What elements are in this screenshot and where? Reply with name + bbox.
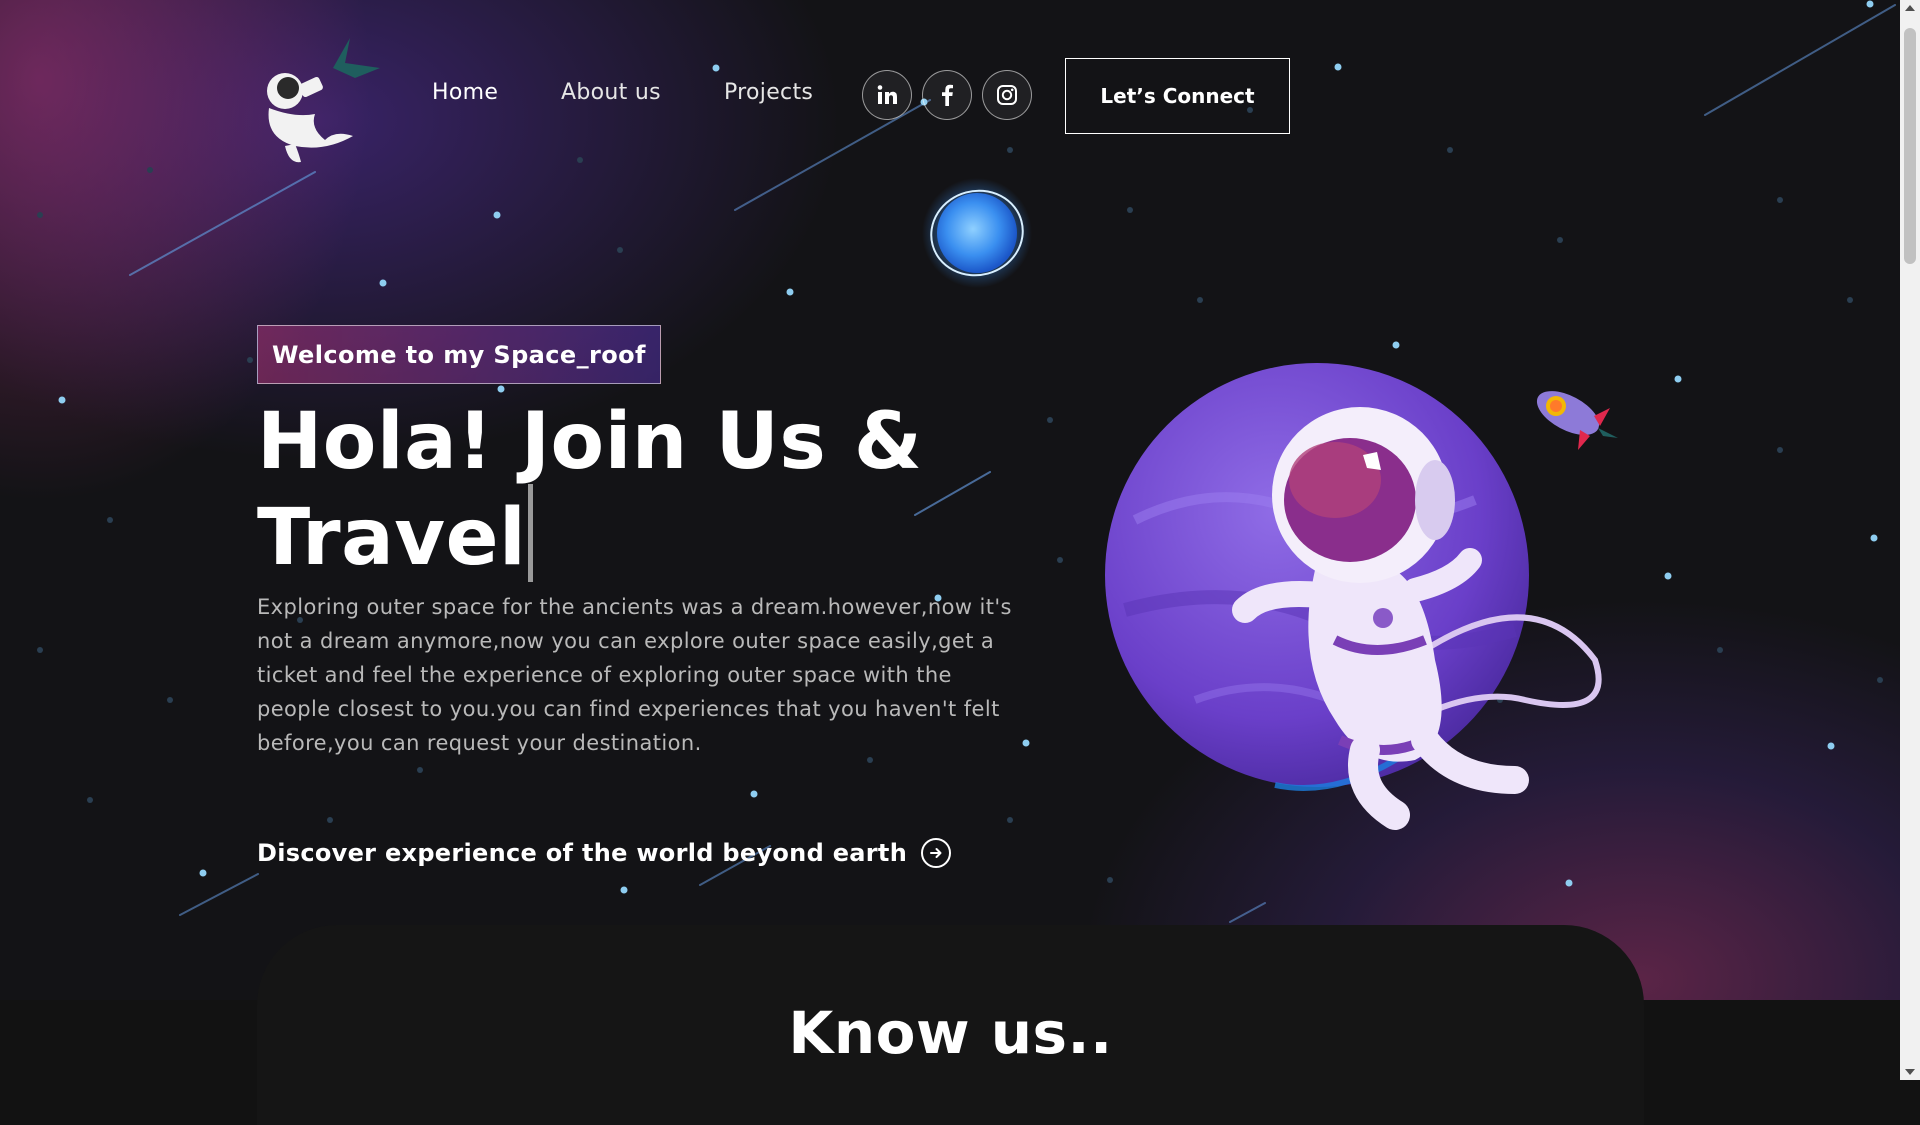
scroll-down-arrow-icon[interactable] — [1905, 1069, 1915, 1075]
lets-connect-button[interactable]: Let’s Connect — [1065, 58, 1290, 134]
facebook-button[interactable] — [922, 70, 972, 120]
welcome-tagline: Welcome to my Space_roof — [257, 325, 661, 384]
nav-about-us[interactable]: About us — [561, 80, 661, 105]
instagram-icon — [997, 85, 1017, 105]
know-us-title: Know us.. — [788, 999, 1113, 1067]
typing-caret — [528, 484, 534, 582]
linkedin-icon — [877, 85, 897, 104]
astronaut-planet-illustration — [1105, 363, 1602, 830]
instagram-button[interactable] — [982, 70, 1032, 120]
blue-planet-illustration — [922, 178, 1032, 288]
headline-line-1: Hola! Join Us & — [257, 397, 923, 487]
astronaut-logo[interactable] — [255, 28, 385, 168]
know-us-section: Know us.. — [257, 925, 1644, 1125]
facebook-icon — [942, 84, 953, 106]
discover-label: Discover experience of the world beyond … — [257, 839, 908, 867]
arrow-right-circle-icon — [921, 838, 952, 868]
scroll-up-arrow-icon[interactable] — [1905, 5, 1915, 11]
nav-home[interactable]: Home — [432, 80, 498, 105]
hero-description: Exploring outer space for the ancients w… — [257, 595, 1012, 755]
nav-projects[interactable]: Projects — [724, 80, 813, 105]
linkedin-button[interactable] — [862, 70, 912, 120]
discover-link[interactable]: Discover experience of the world beyond … — [257, 838, 952, 868]
scrollbar-thumb[interactable] — [1904, 28, 1916, 264]
hero-headline: Hola! Join Us & Travel — [257, 400, 977, 582]
page-scrollbar[interactable] — [1900, 0, 1920, 1080]
headline-line-2: Travel — [257, 493, 527, 583]
